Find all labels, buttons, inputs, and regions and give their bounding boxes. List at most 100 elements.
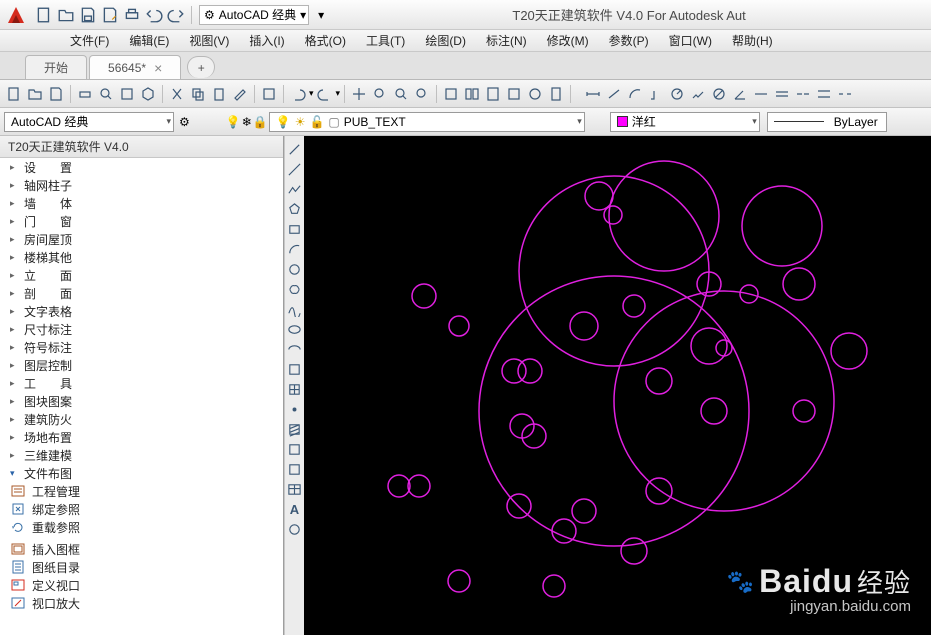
- save-icon[interactable]: [78, 5, 98, 25]
- gradient-icon[interactable]: [286, 440, 304, 458]
- dim-jogged-icon[interactable]: [688, 84, 708, 104]
- menu-parametric[interactable]: 参数(P): [599, 30, 659, 51]
- color-dropdown[interactable]: 洋红 ▾: [610, 112, 760, 132]
- mtext-icon[interactable]: A: [286, 500, 304, 518]
- xline-icon[interactable]: [286, 160, 304, 178]
- menu-file[interactable]: 文件(F): [60, 30, 119, 51]
- new-icon[interactable]: [34, 5, 54, 25]
- table-icon[interactable]: [286, 480, 304, 498]
- cut-icon[interactable]: [167, 84, 187, 104]
- qat-dropdown-icon[interactable]: ▾: [311, 5, 331, 25]
- workspace-settings-icon[interactable]: ⚙: [179, 115, 190, 129]
- zoom-icon[interactable]: [391, 84, 411, 104]
- workspace-dropdown[interactable]: AutoCAD 经典 ▾: [4, 112, 174, 132]
- polyline-icon[interactable]: [286, 180, 304, 198]
- dim-continue-icon[interactable]: [793, 84, 813, 104]
- dim-space-icon[interactable]: [814, 84, 834, 104]
- chevron-down-icon[interactable]: ▾: [336, 88, 341, 99]
- markup-icon[interactable]: [525, 84, 545, 104]
- tree-leaf[interactable]: 插入图框: [6, 540, 283, 558]
- tree-leaf[interactable]: 图纸目录: [6, 558, 283, 576]
- tree-node[interactable]: ▸设 置: [6, 158, 283, 176]
- save-icon[interactable]: [46, 84, 66, 104]
- tree-node[interactable]: ▸场地布置: [6, 428, 283, 446]
- dim-baseline-icon[interactable]: [772, 84, 792, 104]
- tree-leaf[interactable]: 定义视口: [6, 576, 283, 594]
- menu-help[interactable]: 帮助(H): [722, 30, 783, 51]
- workspace-quick-dropdown[interactable]: ⚙ AutoCAD 经典 ▾: [199, 5, 309, 25]
- menu-insert[interactable]: 插入(I): [239, 30, 294, 51]
- new-icon[interactable]: [4, 84, 24, 104]
- tree-node[interactable]: ▸工 具: [6, 374, 283, 392]
- open-icon[interactable]: [25, 84, 45, 104]
- app-logo[interactable]: [4, 3, 28, 27]
- lineweight-dropdown[interactable]: ByLayer: [767, 112, 887, 132]
- tab-add-button[interactable]: +: [187, 56, 215, 78]
- print-icon[interactable]: [122, 5, 142, 25]
- menu-tools[interactable]: 工具(T): [356, 30, 415, 51]
- layerfreeze-icon[interactable]: ❄: [242, 115, 252, 129]
- saveas-icon[interactable]: [100, 5, 120, 25]
- undo-icon[interactable]: [144, 5, 164, 25]
- menu-modify[interactable]: 修改(M): [537, 30, 599, 51]
- dim-ordinate-icon[interactable]: [646, 84, 666, 104]
- dim-arc-icon[interactable]: [625, 84, 645, 104]
- tree-node[interactable]: ▸房间屋顶: [6, 230, 283, 248]
- menu-format[interactable]: 格式(O): [295, 30, 356, 51]
- layer-dropdown[interactable]: 💡 ☀ 🔓 ▢ PUB_TEXT ▾: [269, 112, 585, 132]
- chevron-down-icon[interactable]: ▾: [309, 88, 314, 99]
- sheetset-icon[interactable]: [504, 84, 524, 104]
- tree-node[interactable]: ▸墙 体: [6, 194, 283, 212]
- copy-icon[interactable]: [188, 84, 208, 104]
- drawing-canvas[interactable]: 🐾Baidu 经验 jingyan.baidu.com: [304, 136, 931, 635]
- menu-view[interactable]: 视图(V): [179, 30, 239, 51]
- tree-node[interactable]: ▸尺寸标注: [6, 320, 283, 338]
- dim-radius-icon[interactable]: [667, 84, 687, 104]
- dim-linear-icon[interactable]: [583, 84, 603, 104]
- tree-leaf[interactable]: 工程管理: [6, 482, 283, 500]
- tree-node[interactable]: ▸图块图案: [6, 392, 283, 410]
- zoomprev-icon[interactable]: [412, 84, 432, 104]
- menu-dimension[interactable]: 标注(N): [476, 30, 537, 51]
- tree-node[interactable]: ▸三维建模: [6, 446, 283, 464]
- dim-diameter-icon[interactable]: [709, 84, 729, 104]
- undo-icon[interactable]: [288, 84, 308, 104]
- tree-node[interactable]: ▸文字表格: [6, 302, 283, 320]
- circle-icon[interactable]: [286, 260, 304, 278]
- layeriso-icon[interactable]: 💡: [226, 115, 241, 129]
- designcenter-icon[interactable]: [462, 84, 482, 104]
- layerlock-icon[interactable]: 🔒: [253, 115, 268, 129]
- close-icon[interactable]: ×: [154, 61, 162, 75]
- redo-icon[interactable]: [166, 5, 186, 25]
- tree-node[interactable]: ▾文件布图: [6, 464, 283, 482]
- quickcalc-icon[interactable]: [546, 84, 566, 104]
- tree-node[interactable]: ▸立 面: [6, 266, 283, 284]
- tree-node[interactable]: ▸轴网柱子: [6, 176, 283, 194]
- ellipsearc-icon[interactable]: [286, 340, 304, 358]
- arc-icon[interactable]: [286, 240, 304, 258]
- rectangle-icon[interactable]: [286, 220, 304, 238]
- open-icon[interactable]: [56, 5, 76, 25]
- insert-icon[interactable]: [286, 360, 304, 378]
- dim-quick-icon[interactable]: [751, 84, 771, 104]
- properties-icon[interactable]: [441, 84, 461, 104]
- region-icon[interactable]: [286, 460, 304, 478]
- tree-node[interactable]: ▸剖 面: [6, 284, 283, 302]
- zoom-realtime-icon[interactable]: [370, 84, 390, 104]
- polygon-icon[interactable]: [286, 200, 304, 218]
- blockeditor-icon[interactable]: [259, 84, 279, 104]
- tab-active[interactable]: 56645* ×: [89, 55, 181, 79]
- toolpalettes-icon[interactable]: [483, 84, 503, 104]
- revcloud-icon[interactable]: [286, 280, 304, 298]
- point-icon[interactable]: [286, 400, 304, 418]
- tree-node[interactable]: ▸楼梯其他: [6, 248, 283, 266]
- tree-node[interactable]: ▸建筑防火: [6, 410, 283, 428]
- menu-window[interactable]: 窗口(W): [659, 30, 722, 51]
- spline-icon[interactable]: [286, 300, 304, 318]
- dim-break-icon[interactable]: [835, 84, 855, 104]
- matchprop-icon[interactable]: [230, 84, 250, 104]
- dim-angular-icon[interactable]: [730, 84, 750, 104]
- tree-node[interactable]: ▸门 窗: [6, 212, 283, 230]
- tree-leaf[interactable]: 视口放大: [6, 594, 283, 612]
- tree-node[interactable]: ▸符号标注: [6, 338, 283, 356]
